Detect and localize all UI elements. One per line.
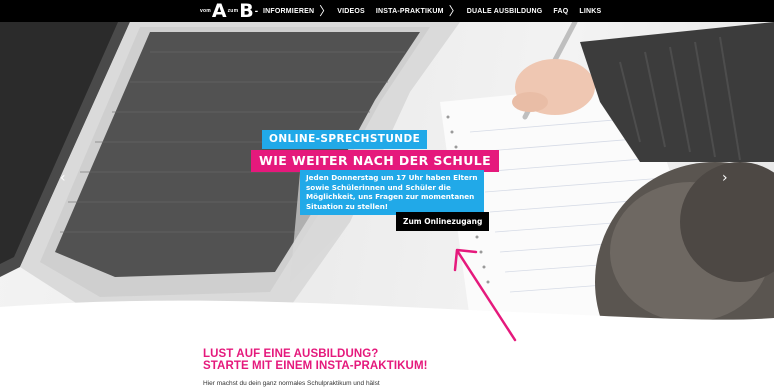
page: vom A zum B - INFORMIEREN 〉 VIDEOS INSTA… bbox=[0, 0, 774, 392]
section-title-line-1: LUST AUF EINE AUSBILDUNG? bbox=[203, 348, 379, 360]
nav-item-links[interactable]: LINKS bbox=[579, 8, 601, 15]
hero-description: Jeden Donnerstag um 17 Uhr haben Eltern … bbox=[300, 170, 484, 215]
slider-prev-arrow[interactable]: ‹ bbox=[60, 170, 66, 186]
chevron-right-icon[interactable]: 〉 bbox=[449, 0, 461, 22]
section-title: LUST AUF EINE AUSBILDUNG? STARTE MIT EIN… bbox=[203, 348, 428, 372]
logo-dash: - bbox=[254, 5, 259, 17]
hero-headline-online-sprechstunde: ONLINE-SPRECHSTUNDE bbox=[262, 130, 428, 149]
chevron-right-icon[interactable]: 〉 bbox=[319, 0, 331, 22]
site-logo[interactable]: vom A zum B - bbox=[200, 1, 258, 21]
main-menu: INFORMIEREN 〉 VIDEOS INSTA-PRAKTIKUM 〉 D… bbox=[263, 0, 601, 22]
nav-item-duale-ausbildung[interactable]: DUALE AUSBILDUNG bbox=[467, 8, 543, 15]
logo-middle: zum bbox=[227, 8, 239, 14]
online-access-button[interactable]: Zum Onlinezugang bbox=[396, 212, 490, 231]
top-navigation-bar: vom A zum B - INFORMIEREN 〉 VIDEOS INSTA… bbox=[0, 0, 774, 22]
hero-headline-wie-weiter: WIE WEITER NACH DER SCHULE bbox=[251, 150, 500, 172]
logo-letter-a: A bbox=[211, 0, 227, 22]
section-intro-text: Hier machst du dein ganz normales Schulp… bbox=[203, 380, 380, 387]
logo-letter-b: B bbox=[239, 0, 254, 22]
slider-next-arrow[interactable]: › bbox=[722, 170, 728, 186]
logo-prefix: vom bbox=[200, 8, 211, 14]
nav-item-videos[interactable]: VIDEOS bbox=[337, 8, 365, 15]
nav-item-informieren[interactable]: INFORMIEREN bbox=[263, 8, 314, 15]
nav-item-faq[interactable]: FAQ bbox=[553, 8, 568, 15]
nav-item-insta-praktikum[interactable]: INSTA-PRAKTIKUM bbox=[376, 8, 444, 15]
section-title-line-2: STARTE MIT EINEM INSTA-PRAKTIKUM! bbox=[203, 360, 428, 372]
